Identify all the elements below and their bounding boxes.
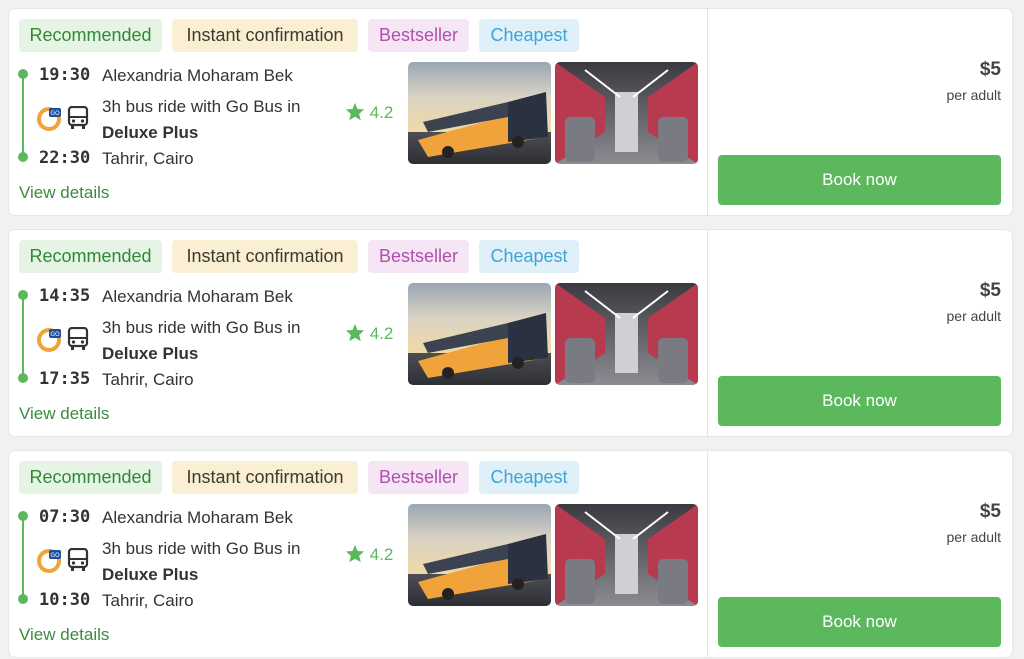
- departure-time: 07:30: [39, 507, 91, 527]
- book-now-button[interactable]: Book now: [718, 376, 1001, 426]
- departure-time: 19:30: [39, 65, 91, 85]
- route-line: [22, 516, 24, 599]
- recommended-badge: Recommended: [19, 19, 162, 52]
- rating-value: 4.2: [369, 324, 394, 343]
- cheapest-badge: Cheapest: [479, 19, 579, 52]
- svg-text:GO: GO: [50, 110, 60, 117]
- ride-text: 3h bus ride with Go Bus in: [102, 539, 301, 558]
- departure-time: 14:35: [39, 286, 91, 306]
- bus-icon: [67, 106, 89, 129]
- go-bus-logo-icon: GO: [37, 328, 61, 352]
- rating-value: 4.2: [369, 545, 394, 564]
- booking-panel: $5 per adult Book now: [707, 451, 1012, 657]
- bestseller-badge: Bestseller: [368, 461, 469, 494]
- book-now-button[interactable]: Book now: [718, 597, 1001, 647]
- booking-panel: $5 per adult Book now: [707, 9, 1012, 215]
- arrival-time: 10:30: [39, 590, 91, 610]
- arrival-time: 22:30: [39, 148, 91, 168]
- arrival-dot: [18, 594, 28, 604]
- price-unit: per adult: [946, 529, 1001, 545]
- star-icon: [345, 323, 365, 342]
- ride-description: 3h bus ride with Go Bus in Deluxe Plus: [102, 94, 300, 146]
- instant-confirmation-badge: Instant confirmation: [172, 19, 358, 52]
- cheapest-badge: Cheapest: [479, 240, 579, 273]
- arrival-dot: [18, 373, 28, 383]
- departure-stop: Alexandria Moharam Bek: [102, 287, 293, 306]
- rating-value: 4.2: [369, 103, 394, 122]
- bus-class: Deluxe Plus: [102, 123, 199, 142]
- ride-text: 3h bus ride with Go Bus in: [102, 97, 301, 116]
- departure-stop: Alexandria Moharam Bek: [102, 66, 293, 85]
- arrival-stop: Tahrir, Cairo: [102, 370, 194, 389]
- bestseller-badge: Bestseller: [368, 240, 469, 273]
- price-unit: per adult: [946, 308, 1001, 324]
- arrival-time: 17:35: [39, 369, 91, 389]
- bus-exterior-photo[interactable]: [408, 283, 551, 385]
- booking-panel: $5 per adult Book now: [707, 230, 1012, 436]
- bus-icon: [67, 548, 89, 571]
- rating: 4.2: [345, 102, 393, 123]
- star-icon: [345, 544, 365, 563]
- arrival-stop: Tahrir, Cairo: [102, 149, 194, 168]
- cheapest-badge: Cheapest: [479, 461, 579, 494]
- recommended-badge: Recommended: [19, 461, 162, 494]
- book-now-button[interactable]: Book now: [718, 155, 1001, 205]
- price: $5: [979, 501, 1001, 522]
- departure-dot: [18, 290, 28, 300]
- go-bus-logo-icon: GO: [37, 107, 61, 131]
- arrival-dot: [18, 152, 28, 162]
- instant-confirmation-badge: Instant confirmation: [172, 461, 358, 494]
- departure-dot: [18, 511, 28, 521]
- departure-dot: [18, 69, 28, 79]
- recommended-badge: Recommended: [19, 240, 162, 273]
- svg-text:GO: GO: [50, 331, 60, 338]
- svg-text:GO: GO: [50, 552, 60, 559]
- route-line: [22, 295, 24, 378]
- bus-class: Deluxe Plus: [102, 565, 199, 584]
- instant-confirmation-badge: Instant confirmation: [172, 240, 358, 273]
- ride-text: 3h bus ride with Go Bus in: [102, 318, 301, 337]
- view-details-link[interactable]: View details: [19, 625, 109, 645]
- view-details-link[interactable]: View details: [19, 404, 109, 424]
- ride-description: 3h bus ride with Go Bus in Deluxe Plus: [102, 536, 300, 588]
- ride-description: 3h bus ride with Go Bus in Deluxe Plus: [102, 315, 300, 367]
- bus-class: Deluxe Plus: [102, 344, 199, 363]
- arrival-stop: Tahrir, Cairo: [102, 591, 194, 610]
- departure-stop: Alexandria Moharam Bek: [102, 508, 293, 527]
- trip-card[interactable]: Recommended Instant confirmation Bestsel…: [9, 230, 1012, 436]
- star-icon: [345, 102, 365, 121]
- bus-exterior-photo[interactable]: [408, 62, 551, 164]
- bus-exterior-photo[interactable]: [408, 504, 551, 606]
- go-bus-logo-icon: GO: [37, 549, 61, 573]
- bus-icon: [67, 327, 89, 350]
- view-details-link[interactable]: View details: [19, 183, 109, 203]
- trip-info: Recommended Instant confirmation Bestsel…: [9, 451, 707, 657]
- bestseller-badge: Bestseller: [368, 19, 469, 52]
- price: $5: [979, 59, 1001, 80]
- price-unit: per adult: [946, 87, 1001, 103]
- bus-interior-photo[interactable]: [555, 504, 698, 606]
- trip-card[interactable]: Recommended Instant confirmation Bestsel…: [9, 9, 1012, 215]
- price: $5: [979, 280, 1001, 301]
- bus-interior-photo[interactable]: [555, 62, 698, 164]
- route-line: [22, 74, 24, 157]
- trip-card[interactable]: Recommended Instant confirmation Bestsel…: [9, 451, 1012, 657]
- trip-info: Recommended Instant confirmation Bestsel…: [9, 9, 707, 215]
- rating: 4.2: [345, 323, 393, 344]
- rating: 4.2: [345, 544, 393, 565]
- bus-interior-photo[interactable]: [555, 283, 698, 385]
- trip-info: Recommended Instant confirmation Bestsel…: [9, 230, 707, 436]
